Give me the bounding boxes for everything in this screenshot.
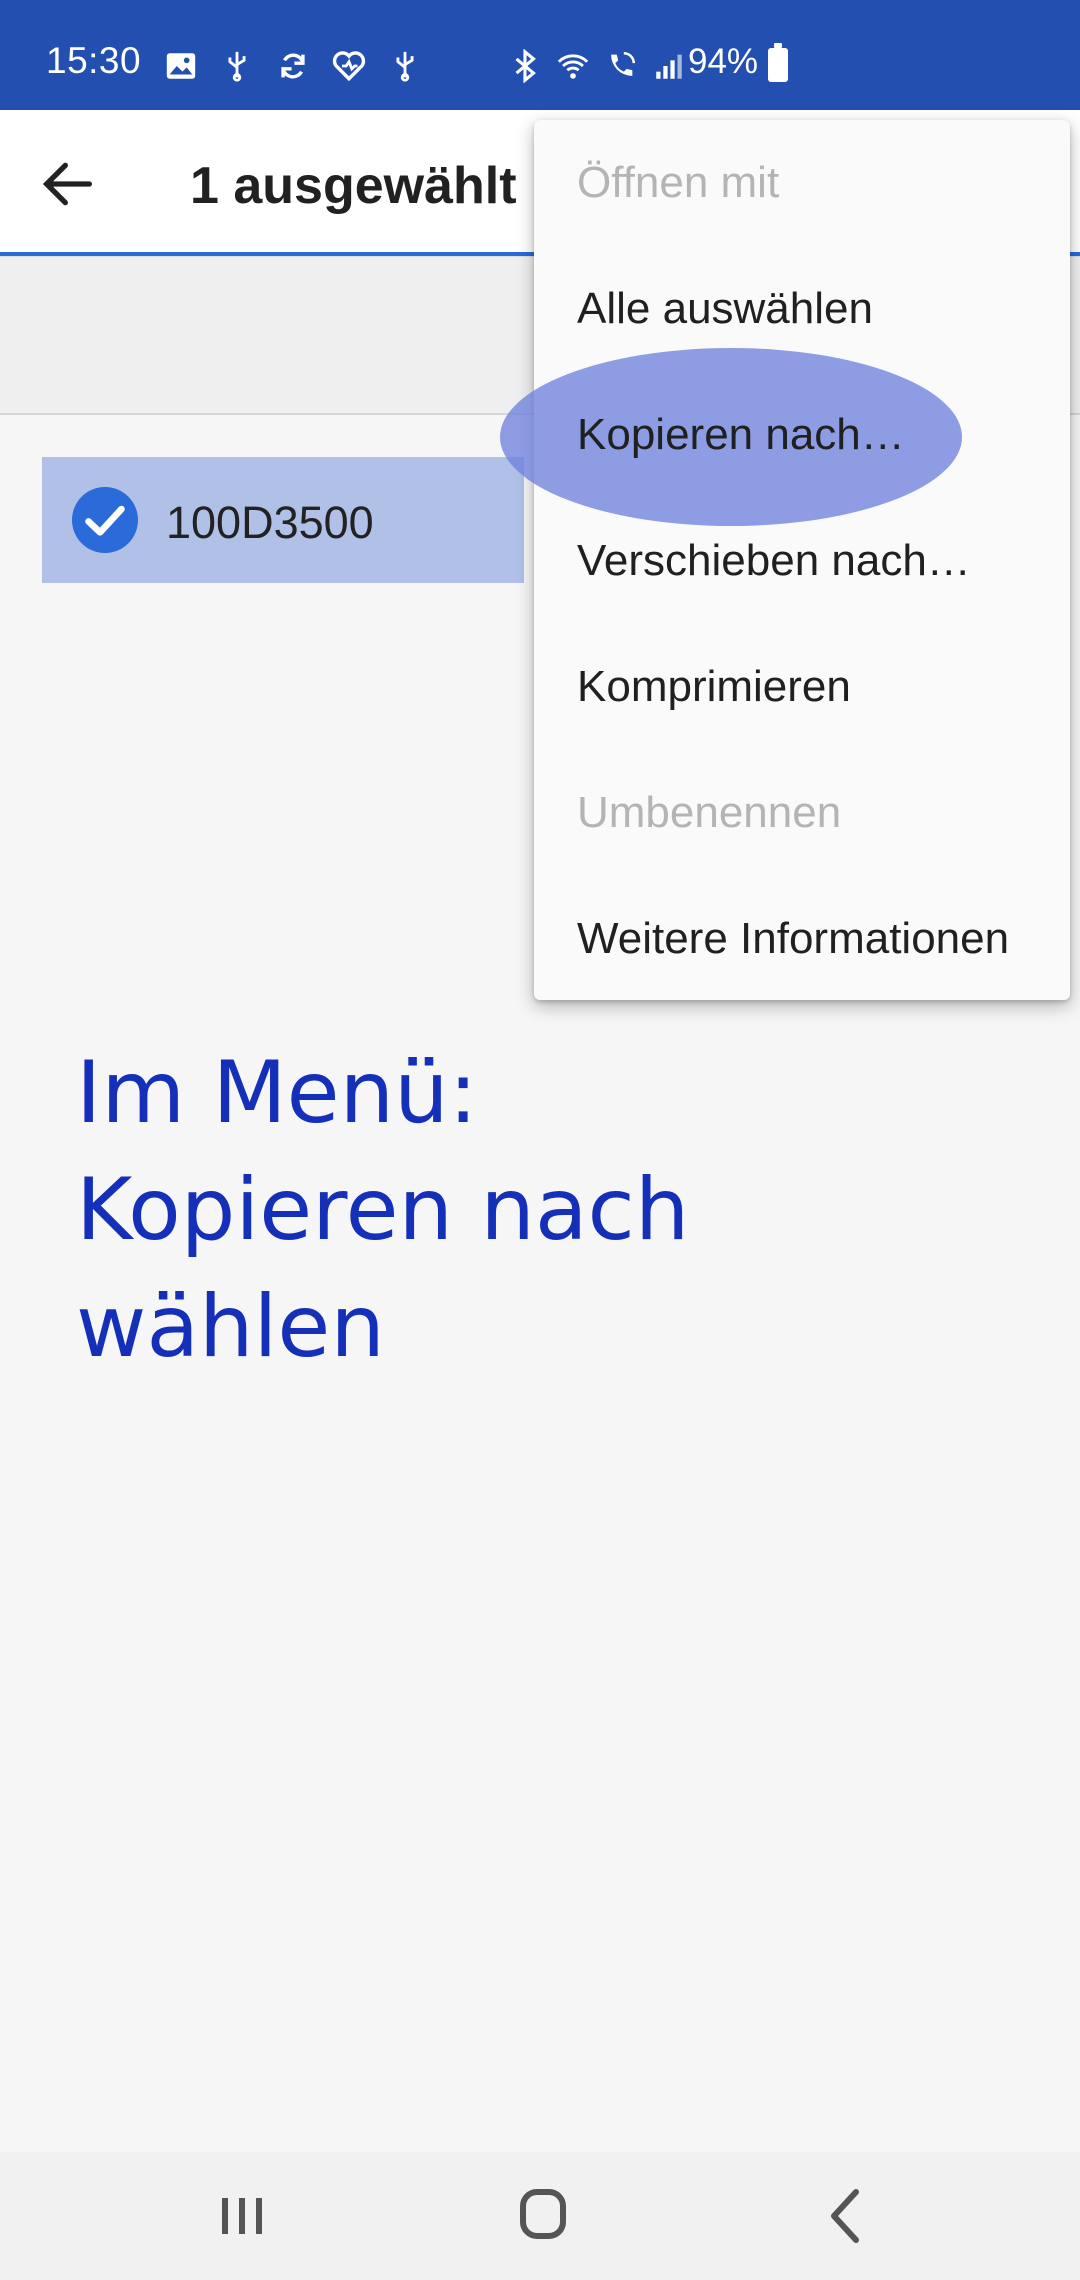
selection-count-title: 1 ausgewählt [190,157,517,215]
menu-item-rename[interactable]: Umbenennen [534,750,1070,876]
notification-icons [164,46,422,86]
battery-icon [768,43,788,82]
instruction-line: Kopieren nach [76,1160,690,1260]
wifi-calling-icon [611,51,636,76]
usb-icon [228,51,246,82]
bluetooth-icon [515,49,536,83]
overflow-menu: Öffnen mit Alle auswählen Kopieren nach…… [500,120,1070,1002]
signal-icon [656,54,682,79]
heart-icon [332,51,366,82]
instruction-line: Im Menü: [76,1043,478,1143]
home-icon[interactable] [503,2180,583,2252]
battery-percentage: 94% [688,42,759,81]
status-time: 15:30 [46,40,142,81]
menu-item-compress[interactable]: Komprimieren [534,624,1070,750]
recent-apps-icon[interactable] [202,2180,282,2252]
system-navigation-bar [0,2152,1080,2280]
check-circle-icon[interactable] [72,487,138,553]
system-icons [508,46,686,86]
instruction-line: wählen [76,1277,385,1377]
wifi-icon [557,54,589,79]
menu-item-more-info[interactable]: Weitere Informationen [534,876,1070,1002]
usb-icon [396,51,414,82]
back-icon[interactable] [806,2180,886,2252]
folder-name: 100D3500 [166,497,374,548]
arrow-back-icon[interactable] [36,152,100,216]
selected-folder-item[interactable]: 100D3500 [42,457,524,583]
image-icon [166,53,196,79]
status-bar: 15:30 94% [0,0,1080,110]
instruction-annotation: Im Menü: Kopieren nach wählen [76,1035,836,1386]
menu-item-copy-to[interactable]: Kopieren nach… [534,372,1070,498]
sync-icon [281,53,305,79]
menu-item-move-to[interactable]: Verschieben nach… [534,498,1070,624]
menu-item-open-with[interactable]: Öffnen mit [534,120,1070,246]
